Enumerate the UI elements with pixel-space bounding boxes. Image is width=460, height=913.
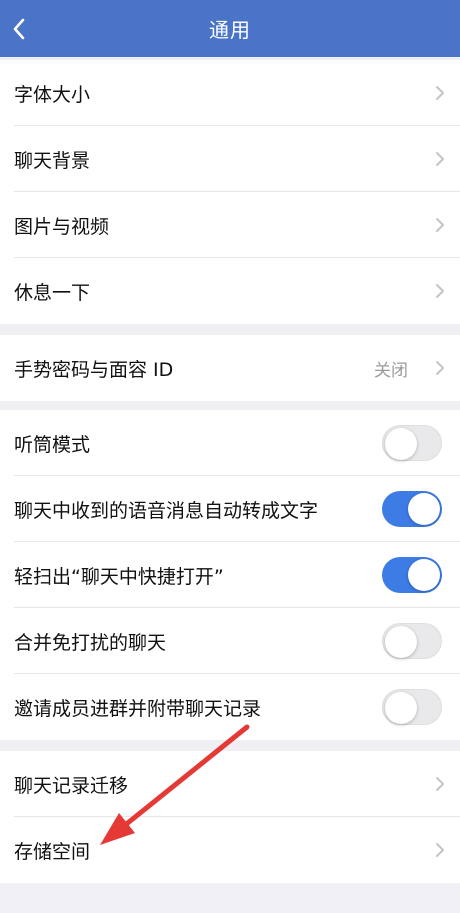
settings-item-gesture-password-face-id[interactable]: 手势密码与面容 ID 关闭 bbox=[0, 335, 460, 401]
chevron-right-icon bbox=[436, 843, 444, 857]
settings-item-label: 合并免打扰的聊天 bbox=[14, 631, 167, 654]
chevron-right-icon bbox=[436, 86, 444, 100]
settings-group-security: 手势密码与面容 ID 关闭 bbox=[0, 335, 460, 401]
toggle-knob bbox=[408, 559, 440, 591]
settings-item-label: 聊天记录迁移 bbox=[14, 774, 129, 797]
chevron-right-icon bbox=[436, 218, 444, 232]
settings-item-label: 存储空间 bbox=[14, 840, 91, 863]
settings-item-label: 聊天中收到的语音消息自动转成文字 bbox=[14, 499, 319, 522]
settings-item-storage[interactable]: 存储空间 bbox=[0, 817, 460, 883]
settings-item-photos-videos[interactable]: 图片与视频 bbox=[0, 192, 460, 258]
merge-muted-chats-toggle[interactable] bbox=[382, 623, 442, 659]
back-button[interactable] bbox=[10, 16, 28, 42]
chevron-right-icon bbox=[436, 284, 444, 298]
settings-item-chat-history-migration[interactable]: 聊天记录迁移 bbox=[0, 751, 460, 817]
settings-item-label: 图片与视频 bbox=[14, 215, 110, 238]
settings-item-label: 邀请成员进群并附带聊天记录 bbox=[14, 697, 262, 720]
settings-item-chat-background[interactable]: 聊天背景 bbox=[0, 126, 460, 192]
settings-item-voice-to-text: 聊天中收到的语音消息自动转成文字 bbox=[0, 476, 460, 542]
settings-item-label: 手势密码与面容 ID bbox=[14, 358, 174, 381]
settings-group-storage: 聊天记录迁移 存储空间 bbox=[0, 751, 460, 883]
settings-item-value: 关闭 bbox=[374, 360, 408, 381]
settings-item-label: 字体大小 bbox=[14, 83, 91, 106]
toggle-knob bbox=[408, 493, 440, 525]
settings-item-swipe-quick-open: 轻扫出“聊天中快捷打开” bbox=[0, 542, 460, 608]
toggle-knob bbox=[385, 626, 417, 658]
settings-item-label: 轻扫出“聊天中快捷打开” bbox=[14, 565, 224, 588]
settings-group-toggles: 听筒模式 聊天中收到的语音消息自动转成文字 轻扫出“聊天中快捷打开” 合并免打扰… bbox=[0, 410, 460, 740]
toggle-knob bbox=[385, 428, 417, 460]
page-title: 通用 bbox=[209, 18, 251, 42]
chevron-left-icon bbox=[13, 18, 25, 40]
chevron-right-icon bbox=[436, 777, 444, 791]
chevron-right-icon bbox=[436, 152, 444, 166]
settings-item-font-size[interactable]: 字体大小 bbox=[0, 60, 460, 126]
toggle-knob bbox=[385, 692, 417, 724]
settings-item-label: 休息一下 bbox=[14, 281, 91, 304]
settings-group-display: 字体大小 聊天背景 图片与视频 休息一下 bbox=[0, 60, 460, 324]
settings-item-merge-muted-chats: 合并免打扰的聊天 bbox=[0, 608, 460, 674]
voice-to-text-toggle[interactable] bbox=[382, 491, 442, 527]
settings-item-label: 听筒模式 bbox=[14, 433, 91, 456]
nav-bar: 通用 bbox=[0, 0, 460, 57]
settings-item-take-a-break[interactable]: 休息一下 bbox=[0, 258, 460, 324]
settings-item-label: 聊天背景 bbox=[14, 149, 91, 172]
earpiece-mode-toggle[interactable] bbox=[382, 425, 442, 461]
settings-item-invite-with-history: 邀请成员进群并附带聊天记录 bbox=[0, 674, 460, 740]
chevron-right-icon bbox=[436, 361, 444, 375]
invite-with-history-toggle[interactable] bbox=[382, 689, 442, 725]
settings-item-earpiece-mode: 听筒模式 bbox=[0, 410, 460, 476]
swipe-quick-open-toggle[interactable] bbox=[382, 557, 442, 593]
